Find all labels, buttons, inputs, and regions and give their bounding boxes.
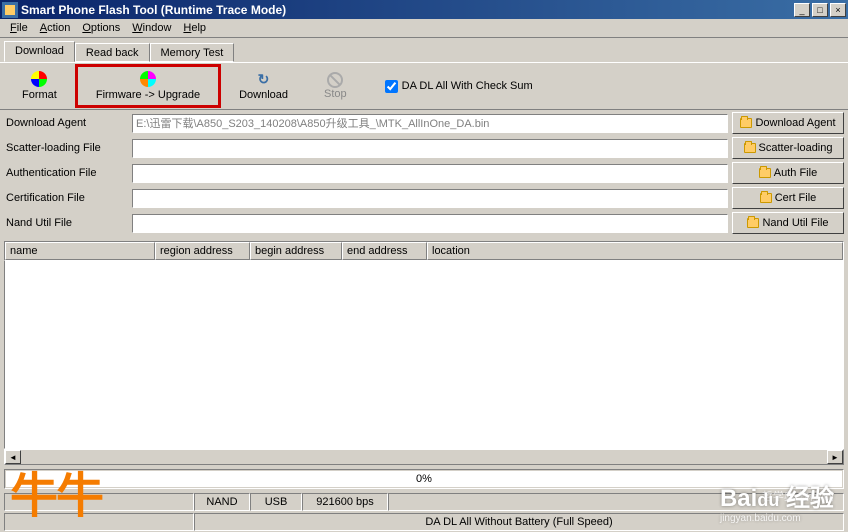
authentication-label: Authentication File [4, 167, 132, 179]
scatter-loading-input[interactable] [132, 139, 728, 158]
col-name[interactable]: name [5, 242, 155, 260]
authentication-input[interactable] [132, 164, 728, 183]
da-dl-checksum-wrap: DA DL All With Check Sum [385, 80, 533, 93]
watermark-left: 牛牛 [10, 456, 102, 526]
form-area: Download Agent Download Agent Scatter-lo… [0, 110, 848, 239]
firmware-upgrade-label: Firmware -> Upgrade [96, 89, 200, 101]
app-icon [2, 2, 18, 18]
download-icon: ↻ [256, 71, 272, 87]
menu-help[interactable]: Help [177, 20, 212, 36]
tab-download[interactable]: Download [4, 41, 75, 62]
stop-icon [327, 72, 343, 88]
format-button[interactable]: Format [4, 67, 75, 105]
scroll-right-icon[interactable]: ► [827, 450, 843, 464]
title-bar: Smart Phone Flash Tool (Runtime Trace Mo… [0, 0, 848, 19]
col-location[interactable]: location [427, 242, 843, 260]
menu-window[interactable]: Window [126, 20, 177, 36]
auth-file-button[interactable]: Auth File [732, 162, 844, 184]
tab-readback[interactable]: Read back [75, 43, 150, 62]
menu-file[interactable]: File [4, 20, 34, 36]
status-bar-1: NAND USB 921600 bps [4, 493, 844, 511]
stop-label: Stop [324, 88, 347, 100]
progress-bar: 0% [6, 471, 842, 487]
progress-wrap: 0% [4, 469, 844, 489]
certification-input[interactable] [132, 189, 728, 208]
nand-util-file-button[interactable]: Nand Util File [732, 212, 844, 234]
toolbar: Format Firmware -> Upgrade ↻ Download St… [0, 62, 848, 110]
menu-bar: File Action Options Window Help [0, 19, 848, 38]
nand-util-input[interactable] [132, 214, 728, 233]
folder-icon [747, 218, 759, 228]
certification-label: Certification File [4, 192, 132, 204]
status-bar-2: DA DL All Without Battery (Full Speed) [4, 513, 844, 531]
firmware-upgrade-icon [140, 71, 156, 87]
folder-icon [759, 168, 771, 178]
scatter-loading-button[interactable]: Scatter-loading [732, 137, 844, 159]
folder-icon [744, 143, 756, 153]
horizontal-scrollbar[interactable]: ◄ ► [4, 449, 844, 465]
status-nand: NAND [194, 493, 250, 511]
download-button[interactable]: ↻ Download [221, 67, 306, 105]
col-begin[interactable]: begin address [250, 242, 342, 260]
format-icon [31, 71, 47, 87]
status-baud: 921600 bps [302, 493, 388, 511]
tab-memory-test[interactable]: Memory Test [150, 43, 235, 62]
progress-text: 0% [416, 473, 432, 485]
scatter-loading-label: Scatter-loading File [4, 142, 132, 154]
download-agent-input[interactable] [132, 114, 728, 133]
cert-file-button[interactable]: Cert File [732, 187, 844, 209]
menu-action[interactable]: Action [34, 20, 77, 36]
download-agent-button[interactable]: Download Agent [732, 112, 844, 134]
watermark-right-sub: jingyan.baidu.com [720, 513, 834, 524]
menu-options[interactable]: Options [76, 20, 126, 36]
folder-icon [760, 193, 772, 203]
format-label: Format [22, 89, 57, 101]
watermark-right: Baidu 经验jingyan.baidu.com [720, 478, 834, 524]
nand-util-label: Nand Util File [4, 217, 132, 229]
table-header: name region address begin address end ad… [4, 241, 844, 261]
da-dl-checksum-label: DA DL All With Check Sum [402, 80, 533, 92]
maximize-button[interactable]: □ [812, 3, 828, 17]
col-end[interactable]: end address [342, 242, 427, 260]
status-usb: USB [250, 493, 302, 511]
download-label: Download [239, 89, 288, 101]
window-title: Smart Phone Flash Tool (Runtime Trace Mo… [21, 3, 792, 17]
tab-bar: Download Read back Memory Test [0, 38, 848, 62]
folder-icon [740, 118, 752, 128]
table-body [4, 261, 844, 449]
close-button[interactable]: × [830, 3, 846, 17]
firmware-upgrade-button[interactable]: Firmware -> Upgrade [75, 64, 221, 108]
col-region[interactable]: region address [155, 242, 250, 260]
minimize-button[interactable]: _ [794, 3, 810, 17]
download-agent-label: Download Agent [4, 117, 132, 129]
stop-button[interactable]: Stop [306, 68, 365, 104]
da-dl-checksum-checkbox[interactable] [385, 80, 398, 93]
